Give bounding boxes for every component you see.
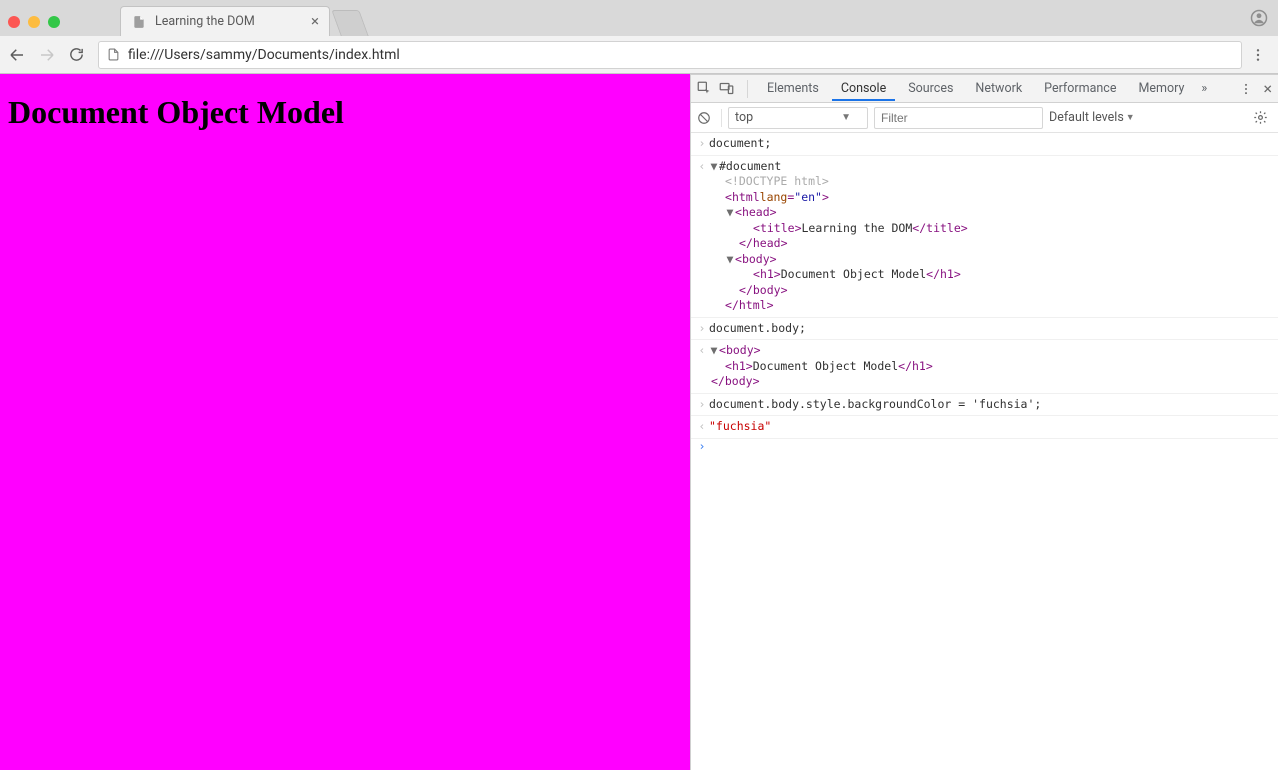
disclosure-triangle-icon[interactable]: ▼ xyxy=(725,252,735,268)
inspect-element-icon[interactable] xyxy=(697,81,715,96)
new-tab-button[interactable] xyxy=(331,10,368,36)
tab-performance[interactable]: Performance xyxy=(1035,76,1125,101)
console-input: document.body; xyxy=(709,321,806,337)
output-caret-icon: ‹ xyxy=(695,343,709,359)
chevron-down-icon: ▼ xyxy=(841,112,851,123)
output-caret-icon: ‹ xyxy=(695,159,709,175)
browser-tab-strip: Learning the DOM × xyxy=(0,0,1278,36)
browser-menu-button[interactable] xyxy=(1250,47,1270,63)
file-icon xyxy=(131,14,147,30)
page-heading: Document Object Model xyxy=(8,94,682,131)
back-button[interactable] xyxy=(8,46,30,64)
console-settings-icon[interactable] xyxy=(1253,110,1272,125)
chevron-down-icon: ▼ xyxy=(1126,112,1135,123)
console-output-value: "fuchsia" xyxy=(709,419,771,435)
console-input: document; xyxy=(709,136,771,152)
url-file-icon xyxy=(107,48,120,61)
console-output-node: #document xyxy=(719,159,781,175)
device-toolbar-icon[interactable] xyxy=(719,81,737,96)
maximize-window-button[interactable] xyxy=(48,16,60,28)
minimize-window-button[interactable] xyxy=(28,16,40,28)
doctype: <!DOCTYPE html> xyxy=(725,174,829,190)
address-bar[interactable]: file:///Users/sammy/Documents/index.html xyxy=(98,41,1242,69)
close-window-button[interactable] xyxy=(8,16,20,28)
reload-button[interactable] xyxy=(68,46,90,63)
disclosure-triangle-icon[interactable]: ▼ xyxy=(709,159,719,175)
disclosure-triangle-icon[interactable]: ▼ xyxy=(709,343,719,359)
input-caret-icon: › xyxy=(695,136,709,152)
browser-toolbar: file:///Users/sammy/Documents/index.html xyxy=(0,36,1278,74)
devtools-tab-bar: Elements Console Sources Network Perform… xyxy=(691,75,1278,103)
clear-console-icon[interactable] xyxy=(697,111,715,125)
window-controls xyxy=(8,16,60,28)
context-value: top xyxy=(735,110,753,125)
input-caret-icon: › xyxy=(695,321,709,337)
tab-sources[interactable]: Sources xyxy=(899,76,962,101)
tab-network[interactable]: Network xyxy=(966,76,1031,101)
tab-elements[interactable]: Elements xyxy=(758,76,828,101)
page-viewport[interactable]: Document Object Model xyxy=(0,74,690,770)
prompt-caret-icon: › xyxy=(695,439,709,455)
input-caret-icon: › xyxy=(695,397,709,413)
tab-console[interactable]: Console xyxy=(832,76,895,101)
log-levels-select[interactable]: Default levels ▼ xyxy=(1049,110,1135,125)
forward-button[interactable] xyxy=(38,46,60,64)
levels-label: Default levels xyxy=(1049,110,1124,125)
browser-tab[interactable]: Learning the DOM × xyxy=(120,6,330,36)
devtools-menu-icon[interactable] xyxy=(1239,82,1253,96)
console-toolbar: top ▼ Default levels ▼ xyxy=(691,103,1278,133)
more-tabs-icon[interactable]: » xyxy=(1197,81,1211,96)
execution-context-select[interactable]: top ▼ xyxy=(728,107,868,129)
profile-icon[interactable] xyxy=(1250,9,1268,27)
output-caret-icon: ‹ xyxy=(695,419,709,435)
tab-memory[interactable]: Memory xyxy=(1129,76,1193,101)
console-prompt[interactable]: › xyxy=(691,439,1278,455)
close-devtools-button[interactable]: × xyxy=(1263,79,1272,98)
disclosure-triangle-icon[interactable]: ▼ xyxy=(725,205,735,221)
console-filter-input[interactable] xyxy=(874,107,1043,129)
url-text: file:///Users/sammy/Documents/index.html xyxy=(128,47,400,63)
devtools-panel: Elements Console Sources Network Perform… xyxy=(690,74,1278,770)
console-input: document.body.style.backgroundColor = 'f… xyxy=(709,397,1041,413)
tab-title: Learning the DOM xyxy=(155,14,255,29)
console-output[interactable]: ›document; ‹▼#document <!DOCTYPE html> <… xyxy=(691,133,1278,454)
close-tab-button[interactable]: × xyxy=(303,14,319,29)
